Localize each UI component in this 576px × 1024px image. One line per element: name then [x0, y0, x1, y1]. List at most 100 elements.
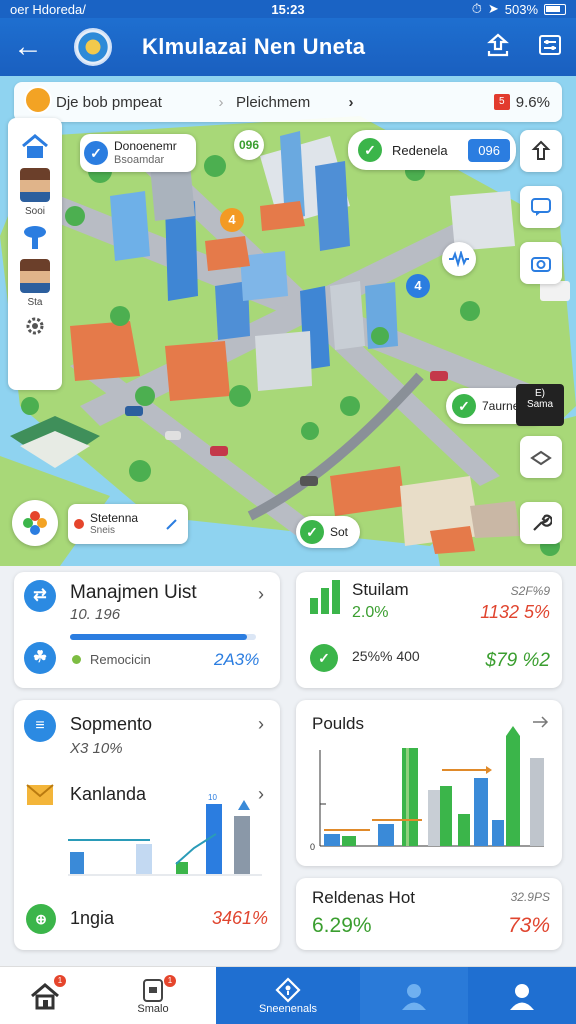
reldenas-corner: 32.9PS: [510, 890, 550, 904]
station-marker-label: Stetenna: [90, 510, 139, 525]
info-marker-title: Donoenemr: [114, 139, 177, 154]
sliders-icon: [539, 34, 561, 55]
sopmento-title: Sopmento: [70, 714, 153, 734]
back-button[interactable]: ←: [0, 30, 56, 64]
chevron-right-icon[interactable]: ›: [258, 584, 264, 605]
management-card[interactable]: ⇄ Manajmen Uist › 10. 196 ☘ Remocicin 2A…: [14, 572, 280, 688]
settings-button[interactable]: [524, 32, 576, 63]
chart-bar: [474, 778, 488, 846]
management-row-value: 2A3%: [214, 650, 260, 669]
sopmento-card[interactable]: ≡ Sopmento › X3 10% Kanlanda › 10 ⊕ 1ngi…: [14, 700, 280, 950]
stuilam-row-value2: $79 %2: [485, 650, 550, 671]
poulds-card[interactable]: Poulds 0: [296, 700, 562, 866]
reldenas-title: Reldenas Hot: [312, 888, 416, 907]
map-pin-orange[interactable]: 4: [220, 208, 244, 232]
red-dot-icon: [74, 519, 84, 529]
bottom-navigation: 1 Smalo 1 Sneenenals: [0, 966, 576, 1024]
check-icon: ✓: [300, 520, 324, 544]
home-icon[interactable]: [20, 132, 50, 162]
upload-icon: [531, 140, 551, 160]
bottom-marker-label: Sot: [330, 525, 349, 539]
nav-profile[interactable]: [360, 967, 468, 1024]
status-bar: oer Hdoreda/ 15:23 ⏱ ➤ 503%: [0, 0, 576, 18]
map-percent: 5 9.6%: [493, 93, 550, 111]
reldenas-value1: 6.29%: [312, 914, 372, 937]
app-badge-icon: [24, 86, 52, 114]
nav-clipboard-label: Smalo: [137, 1002, 169, 1015]
reldenas-value2: 73%: [507, 914, 550, 937]
station-marker[interactable]: Stetenna Sneis: [68, 504, 188, 544]
kanlanda-chart: [68, 800, 262, 876]
check-icon: ✓: [452, 394, 476, 418]
tools-button[interactable]: [520, 502, 562, 544]
chart-bar: [402, 748, 418, 846]
person-icon: [402, 983, 426, 1010]
waveform-marker[interactable]: [442, 242, 476, 276]
city-map[interactable]: ⚲ Dje bob pmpeat › Pleichmem › 5 9.6% So…: [0, 76, 576, 566]
chart-bar: [492, 820, 504, 846]
sopmento-sub: X3 10%: [70, 740, 123, 757]
person-icon: [510, 983, 534, 1010]
value-marker[interactable]: 096: [234, 130, 264, 160]
stuilam-value2: 1132 5%: [480, 602, 550, 622]
chat-button[interactable]: [520, 186, 562, 228]
location-crumb[interactable]: Pleichmem: [236, 94, 336, 111]
nav-home[interactable]: 1: [0, 967, 90, 1024]
info-marker-subtitle: Bsoamdar: [114, 153, 165, 166]
up-arrow-icon: [238, 800, 250, 810]
nav-location[interactable]: Sneenenals: [216, 967, 360, 1024]
water-tower-icon[interactable]: [20, 223, 50, 253]
map-pin-blue[interactable]: 4: [406, 274, 430, 298]
share-button[interactable]: [472, 32, 524, 63]
kanlanda-badge: 10: [208, 793, 217, 802]
map-search-bar[interactable]: ⚲ Dje bob pmpeat › Pleichmem › 5 9.6%: [14, 82, 562, 122]
status-marker-value: 096: [468, 138, 510, 162]
flower-logo-button[interactable]: [12, 500, 58, 546]
page-title: Klmulazai Nen Uneta: [142, 34, 366, 59]
check-icon: ✓: [310, 644, 338, 672]
chevron-right-icon: ›: [348, 93, 354, 111]
check-icon: ✓: [358, 138, 382, 162]
bottom-map-marker[interactable]: ✓ Sot: [296, 516, 360, 548]
stuilam-corner: S2F%9: [510, 584, 550, 598]
wrench-icon: [533, 514, 552, 531]
layers-button[interactable]: [520, 436, 562, 478]
nav-clipboard[interactable]: Smalo 1: [90, 967, 216, 1024]
location-icon: ➤: [487, 1, 499, 16]
chart-bar: [458, 814, 470, 846]
bar-chart-icon: [310, 580, 340, 614]
waveform-icon: [449, 251, 469, 267]
chevron-right-icon[interactable]: ›: [258, 714, 264, 735]
poulds-chart: 0: [310, 726, 544, 852]
zone-tag: E) Sama: [516, 384, 564, 426]
station-marker-sub: Sneis: [90, 525, 116, 537]
stuilam-card[interactable]: Stuilam S2F%9 2.0% 1132 5% ✓ 25%% 400 $7…: [296, 572, 562, 688]
nav-location-label: Sneenenals: [258, 1002, 318, 1015]
gear-icon[interactable]: [23, 314, 47, 338]
nav-account[interactable]: [468, 967, 576, 1024]
reldenas-card[interactable]: Reldenas Hot 32.9PS 6.29% 73%: [296, 878, 562, 950]
search-query[interactable]: Dje bob pmpeat: [56, 94, 206, 111]
mail-icon: [26, 784, 54, 805]
poulds-tick-0: 0: [310, 842, 315, 852]
check-icon: ✓: [84, 141, 108, 165]
notification-badge: 1: [164, 975, 176, 987]
status-marker[interactable]: ✓ Redenela 096: [348, 130, 516, 170]
swap-icon: ⇄: [24, 580, 56, 612]
avatar[interactable]: [20, 168, 50, 202]
share-map-button[interactable]: [520, 130, 562, 172]
zone-tag-bottom: Sama: [526, 399, 554, 410]
management-progress-track: [70, 634, 256, 640]
chart-bar: [530, 758, 544, 846]
management-row-label: Remocicin: [90, 652, 151, 667]
info-marker[interactable]: ✓ Donoenemr Bsoamdar: [80, 134, 196, 172]
camera-button[interactable]: [520, 242, 562, 284]
chart-bar: [378, 824, 394, 846]
chart-bar: [428, 790, 440, 846]
arrow-head-icon: [486, 766, 492, 774]
chevron-right-icon: ›: [218, 93, 224, 111]
zone-tag-top: E): [535, 388, 545, 399]
avatar[interactable]: [20, 259, 50, 293]
chart-bar: [324, 834, 340, 846]
map-percent-value: 9.6%: [515, 93, 550, 111]
